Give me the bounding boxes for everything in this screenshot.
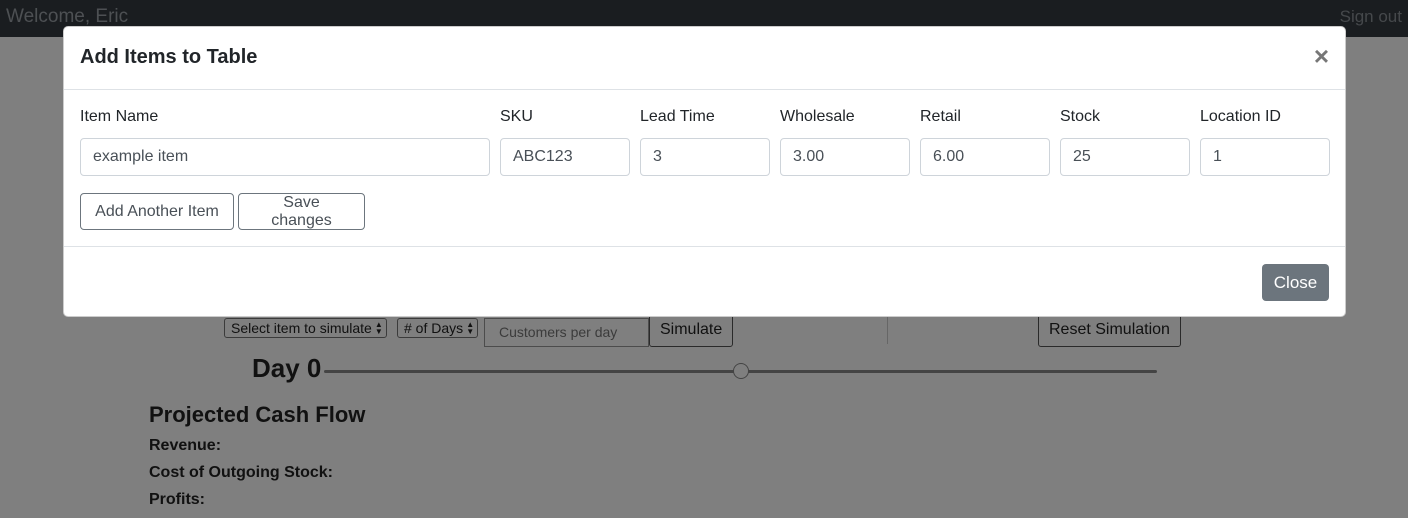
item-name-input[interactable] <box>80 138 490 176</box>
close-icon[interactable]: × <box>1314 43 1329 69</box>
lead-time-input[interactable] <box>640 138 770 176</box>
location-id-label: Location ID <box>1200 108 1281 125</box>
wholesale-label: Wholesale <box>780 108 855 125</box>
stock-label: Stock <box>1060 108 1101 125</box>
add-items-modal: Add Items to Table × Item Name SKU Lead … <box>63 26 1346 317</box>
modal-title: Add Items to Table <box>80 46 258 68</box>
close-button[interactable]: Close <box>1262 264 1329 301</box>
retail-input[interactable] <box>920 138 1050 176</box>
modal-header: Add Items to Table × <box>64 27 1345 90</box>
wholesale-input[interactable] <box>780 138 910 176</box>
sku-input[interactable] <box>500 138 630 176</box>
add-another-item-button[interactable]: Add Another Item <box>80 193 234 230</box>
stock-input[interactable] <box>1060 138 1190 176</box>
retail-label: Retail <box>920 108 961 125</box>
lead-time-label: Lead Time <box>640 108 715 125</box>
sku-label: SKU <box>500 108 533 125</box>
save-changes-button[interactable]: Save changes <box>238 193 365 230</box>
item-name-label: Item Name <box>80 108 159 125</box>
location-id-input[interactable] <box>1200 138 1330 176</box>
modal-footer-divider <box>64 246 1345 247</box>
